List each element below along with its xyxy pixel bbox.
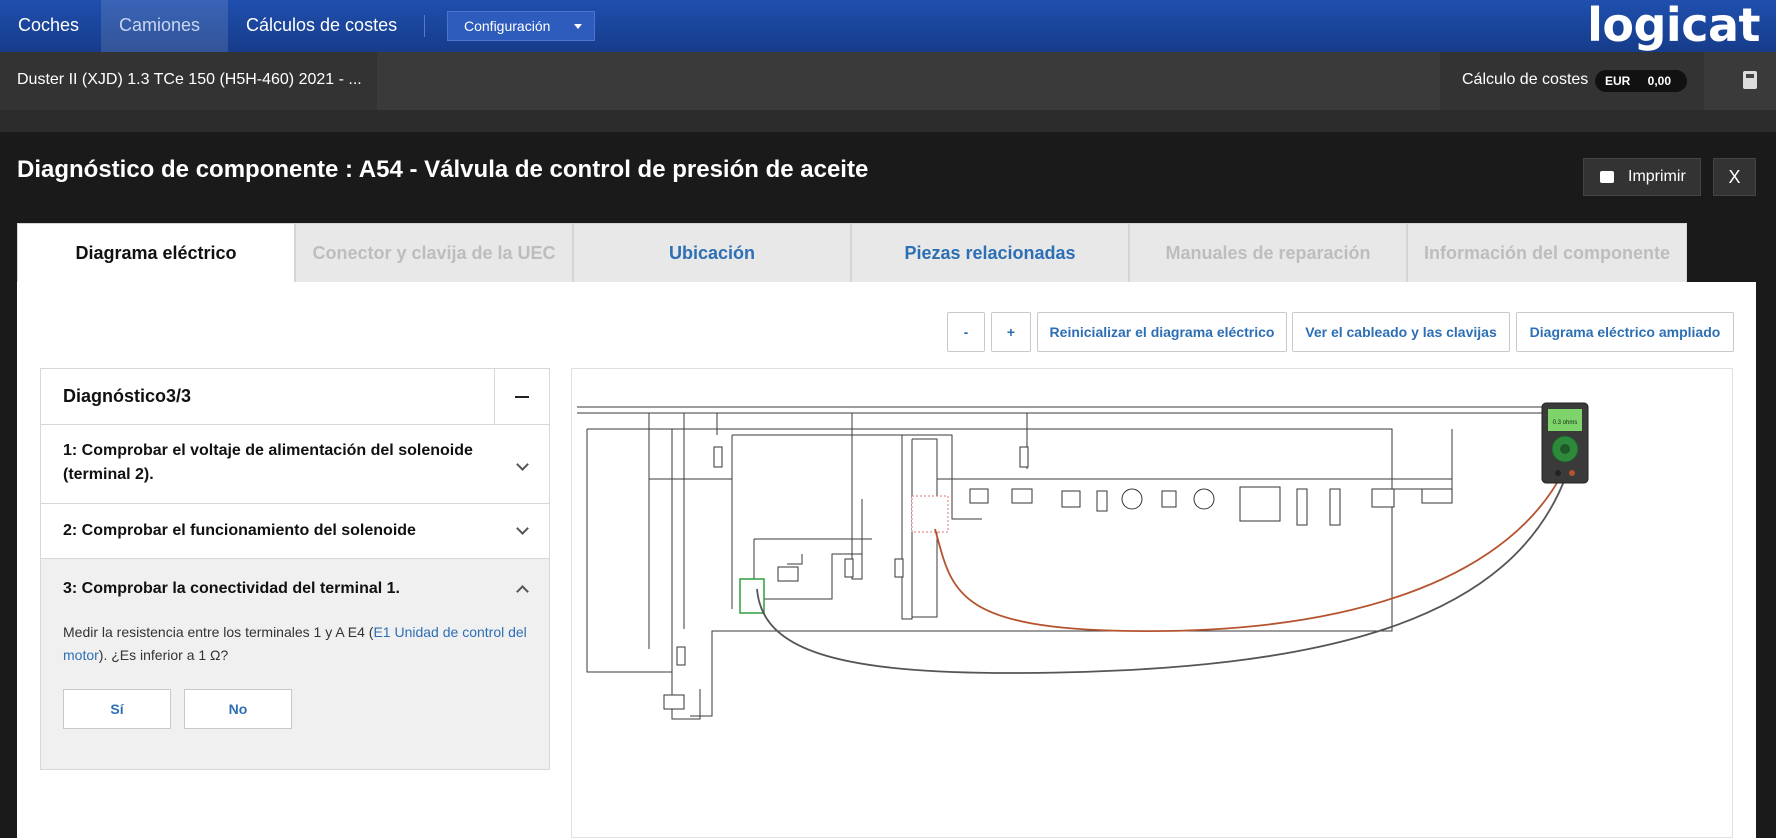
wiring-diagram[interactable]: 0.3 ohms xyxy=(571,368,1733,838)
no-button[interactable]: No xyxy=(184,689,292,729)
sensor-component xyxy=(1096,490,1108,512)
chevron-up-icon[interactable] xyxy=(516,585,529,598)
cost-value: 0,00 xyxy=(1647,74,1671,88)
wiring-diagram-canvas: 0.3 ohms xyxy=(577,402,1589,720)
motor-component xyxy=(1193,488,1215,510)
tab-related-parts[interactable]: Piezas relacionadas xyxy=(851,223,1129,283)
configuration-label: Configuración xyxy=(464,18,551,34)
step-title: 1: Comprobar el voltaje de alimentación … xyxy=(63,442,473,483)
page-title: Diagnóstico de componente : A54 - Válvul… xyxy=(17,156,869,183)
nav-item-camiones[interactable]: Camiones xyxy=(101,0,228,52)
enlarged-diagram-button[interactable]: Diagrama eléctrico ampliado xyxy=(1516,312,1734,352)
print-button[interactable]: Imprimir xyxy=(1583,158,1701,196)
tab-electrical-diagram[interactable]: Diagrama eléctrico xyxy=(17,223,295,283)
relay-component xyxy=(663,694,685,710)
close-button[interactable]: X xyxy=(1713,158,1756,196)
collapse-icon[interactable] xyxy=(494,369,550,424)
instruction-question: ). ¿Es inferior a 1 Ω? xyxy=(98,647,229,663)
vehicle-selector[interactable]: Duster II (XJD) 1.3 TCe 150 (H5H-460) 20… xyxy=(0,52,377,110)
diagnosis-panel: Diagnóstico3/3 1: Comprobar el voltaje d… xyxy=(40,368,550,770)
diagnosis-step-3: 3: Comprobar la conectividad del termina… xyxy=(41,559,549,769)
tab-repair-manuals: Manuales de reparación xyxy=(1129,223,1407,283)
currency-label: EUR xyxy=(1605,74,1631,88)
logo: logicat xyxy=(1587,0,1760,52)
nav-item-coches[interactable]: Coches xyxy=(0,0,101,52)
top-nav-bar: Coches Camiones Cálculos de costes Confi… xyxy=(0,0,1776,52)
tab-component-info: Información del componente xyxy=(1407,223,1687,283)
separator-band xyxy=(0,110,1776,132)
calculator-icon xyxy=(1743,71,1757,89)
sensor-component xyxy=(1421,488,1453,504)
sensor-component xyxy=(1296,488,1308,526)
vehicle-bar: Duster II (XJD) 1.3 TCe 150 (H5H-460) 20… xyxy=(0,52,1776,110)
yes-button[interactable]: Sí xyxy=(63,689,171,729)
cost-calculation-area[interactable]: Cálculo de costes EUR 0,00 xyxy=(1440,52,1704,110)
fuse-component xyxy=(894,558,904,578)
chevron-down-icon xyxy=(516,522,529,535)
diagnosis-header: Diagnóstico3/3 xyxy=(41,369,549,425)
relay-component xyxy=(777,566,799,582)
fuse-component xyxy=(1019,446,1029,468)
configuration-dropdown[interactable]: Configuración xyxy=(447,11,595,41)
view-wiring-button[interactable]: Ver el cableado y las clavijas xyxy=(1292,312,1510,352)
diagnosis-step-1[interactable]: 1: Comprobar el voltaje de alimentación … xyxy=(41,424,549,504)
step-title: 2: Comprobar el funcionamiento del solen… xyxy=(63,522,416,539)
zoom-out-button[interactable]: - xyxy=(947,312,985,352)
components xyxy=(663,446,1453,710)
tab-content: - + Reinicializar el diagrama eléctrico … xyxy=(17,282,1756,838)
nav-divider xyxy=(424,15,425,37)
tab-bar: Diagrama eléctrico Conector y clavija de… xyxy=(17,223,1756,283)
tab-ecu-connector: Conector y clavija de la UEC xyxy=(295,223,573,283)
calculator-button[interactable] xyxy=(1724,52,1776,110)
diagnosis-title: Diagnóstico3/3 xyxy=(63,386,192,406)
motor-component xyxy=(1121,488,1143,510)
chevron-down-icon xyxy=(516,458,529,471)
tab-location[interactable]: Ubicación xyxy=(573,223,851,283)
relay-block-component xyxy=(1239,486,1281,522)
component-diagnosis-panel: Diagnóstico de componente : A54 - Válvul… xyxy=(0,132,1776,838)
sensor-component xyxy=(1011,488,1033,504)
diagnosis-step-2[interactable]: 2: Comprobar el funcionamiento del solen… xyxy=(41,504,549,559)
nav-item-cost-calculations[interactable]: Cálculos de costes xyxy=(228,0,418,52)
sensor-component xyxy=(1329,488,1341,526)
reset-diagram-button[interactable]: Reinicializar el diagrama eléctrico xyxy=(1037,312,1287,352)
fuse-component xyxy=(844,558,854,578)
sensor-component xyxy=(969,488,989,504)
sensor-component xyxy=(1061,490,1081,508)
print-label: Imprimir xyxy=(1628,168,1686,185)
a54-valve-component xyxy=(911,495,949,533)
printer-icon xyxy=(1600,171,1614,183)
caret-down-icon xyxy=(574,24,582,29)
meter-reading: 0.3 ohms xyxy=(1553,420,1578,426)
step-title[interactable]: 3: Comprobar la conectividad del termina… xyxy=(63,577,483,601)
instruction-text: Medir la resistencia entre los terminale… xyxy=(63,624,374,640)
fuse-component xyxy=(713,446,723,468)
cost-calculation-label: Cálculo de costes xyxy=(1462,71,1589,88)
fuse-component xyxy=(676,646,686,666)
cost-badge: EUR 0,00 xyxy=(1595,70,1687,92)
sensor-component xyxy=(1371,488,1395,508)
sensor-component xyxy=(1161,490,1177,508)
multimeter: 0.3 ohms xyxy=(1541,402,1589,484)
zoom-in-button[interactable]: + xyxy=(991,312,1031,352)
step-instructions: Medir la resistencia entre los terminale… xyxy=(63,621,533,667)
